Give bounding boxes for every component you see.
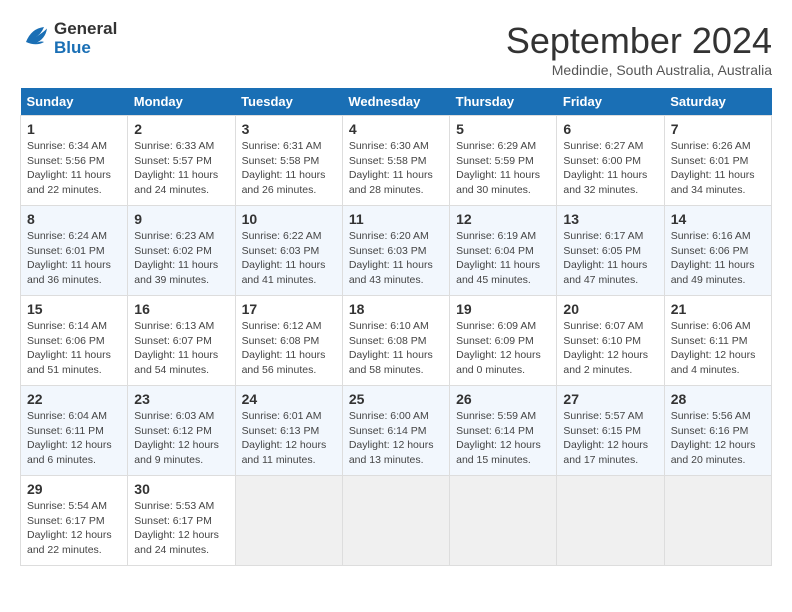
table-row: 24Sunrise: 6:01 AMSunset: 6:13 PMDayligh… [235,386,342,476]
table-row: 30Sunrise: 5:53 AMSunset: 6:17 PMDayligh… [128,476,235,566]
page-header: General Blue September 2024 Medindie, So… [20,20,772,78]
location: Medindie, South Australia, Australia [506,62,772,78]
table-row: 27Sunrise: 5:57 AMSunset: 6:15 PMDayligh… [557,386,664,476]
table-row: 17Sunrise: 6:12 AMSunset: 6:08 PMDayligh… [235,296,342,386]
table-row [450,476,557,566]
table-row: 25Sunrise: 6:00 AMSunset: 6:14 PMDayligh… [342,386,449,476]
table-row: 3Sunrise: 6:31 AMSunset: 5:58 PMDaylight… [235,116,342,206]
table-row [664,476,771,566]
table-row: 8Sunrise: 6:24 AMSunset: 6:01 PMDaylight… [21,206,128,296]
table-row: 15Sunrise: 6:14 AMSunset: 6:06 PMDayligh… [21,296,128,386]
logo-text [20,21,50,56]
table-row: 10Sunrise: 6:22 AMSunset: 6:03 PMDayligh… [235,206,342,296]
table-row: 29Sunrise: 5:54 AMSunset: 6:17 PMDayligh… [21,476,128,566]
header-monday: Monday [128,88,235,116]
table-row: 1Sunrise: 6:34 AMSunset: 5:56 PMDaylight… [21,116,128,206]
table-row: 21Sunrise: 6:06 AMSunset: 6:11 PMDayligh… [664,296,771,386]
title-block: September 2024 Medindie, South Australia… [506,20,772,78]
table-row: 11Sunrise: 6:20 AMSunset: 6:03 PMDayligh… [342,206,449,296]
month-title: September 2024 [506,20,772,62]
table-row: 2Sunrise: 6:33 AMSunset: 5:57 PMDaylight… [128,116,235,206]
header-wednesday: Wednesday [342,88,449,116]
table-row: 13Sunrise: 6:17 AMSunset: 6:05 PMDayligh… [557,206,664,296]
calendar-table: Sunday Monday Tuesday Wednesday Thursday… [20,88,772,566]
table-row: 19Sunrise: 6:09 AMSunset: 6:09 PMDayligh… [450,296,557,386]
table-row [342,476,449,566]
table-row: 4Sunrise: 6:30 AMSunset: 5:58 PMDaylight… [342,116,449,206]
table-row: 7Sunrise: 6:26 AMSunset: 6:01 PMDaylight… [664,116,771,206]
header-friday: Friday [557,88,664,116]
table-row [235,476,342,566]
table-row: 28Sunrise: 5:56 AMSunset: 6:16 PMDayligh… [664,386,771,476]
logo-name-line2: Blue [54,39,117,58]
logo: General Blue [20,20,117,57]
header-saturday: Saturday [664,88,771,116]
table-row: 20Sunrise: 6:07 AMSunset: 6:10 PMDayligh… [557,296,664,386]
table-row: 14Sunrise: 6:16 AMSunset: 6:06 PMDayligh… [664,206,771,296]
table-row: 18Sunrise: 6:10 AMSunset: 6:08 PMDayligh… [342,296,449,386]
header-tuesday: Tuesday [235,88,342,116]
logo-name-line1: General [54,20,117,39]
table-row: 5Sunrise: 6:29 AMSunset: 5:59 PMDaylight… [450,116,557,206]
table-row: 9Sunrise: 6:23 AMSunset: 6:02 PMDaylight… [128,206,235,296]
table-row: 22Sunrise: 6:04 AMSunset: 6:11 PMDayligh… [21,386,128,476]
header-thursday: Thursday [450,88,557,116]
table-row: 16Sunrise: 6:13 AMSunset: 6:07 PMDayligh… [128,296,235,386]
table-row: 26Sunrise: 5:59 AMSunset: 6:14 PMDayligh… [450,386,557,476]
table-row: 6Sunrise: 6:27 AMSunset: 6:00 PMDaylight… [557,116,664,206]
header-sunday: Sunday [21,88,128,116]
table-row: 23Sunrise: 6:03 AMSunset: 6:12 PMDayligh… [128,386,235,476]
table-row: 12Sunrise: 6:19 AMSunset: 6:04 PMDayligh… [450,206,557,296]
table-row [557,476,664,566]
